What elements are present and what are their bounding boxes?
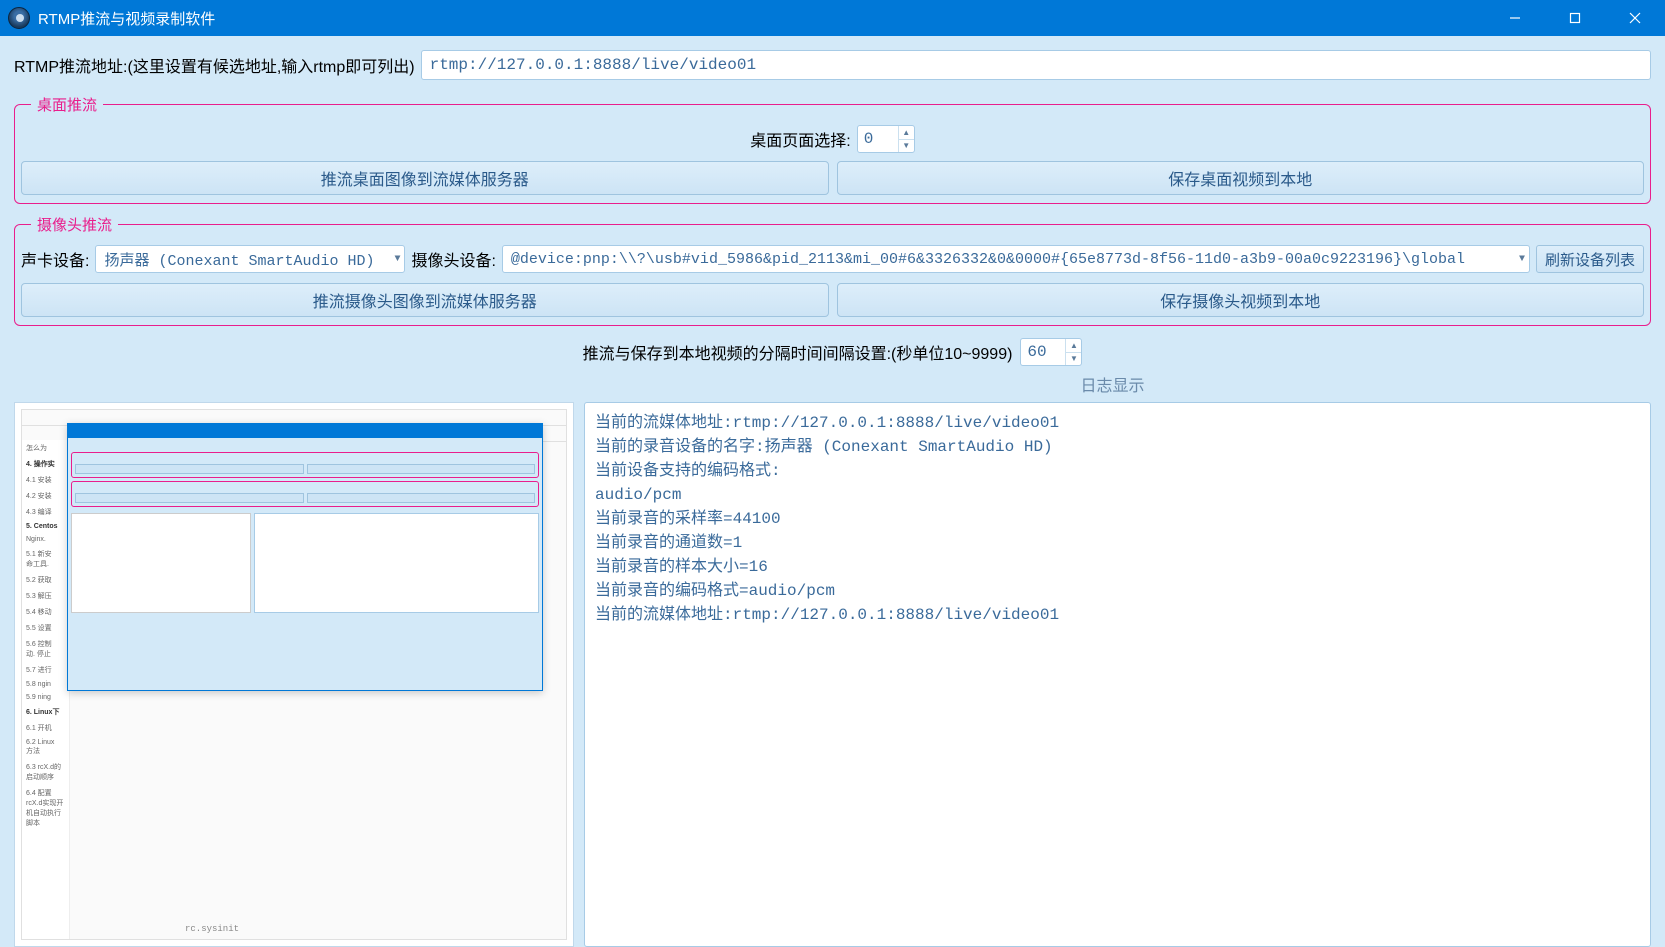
- close-button[interactable]: [1605, 0, 1665, 36]
- camera-stream-legend: 摄像头推流: [31, 214, 118, 235]
- window-title: RTMP推流与视频录制软件: [38, 8, 215, 29]
- minimize-button[interactable]: [1485, 0, 1545, 36]
- spin-up-icon[interactable]: ▲: [899, 126, 914, 140]
- desktop-page-value[interactable]: [858, 126, 898, 152]
- chevron-down-icon: ▼: [390, 254, 400, 265]
- camera-stream-group: 摄像头推流 声卡设备: 扬声器 (Conexant SmartAudio HD)…: [14, 214, 1651, 326]
- device-row: 声卡设备: 扬声器 (Conexant SmartAudio HD) ▼ 摄像头…: [21, 245, 1644, 273]
- audio-device-combo[interactable]: 扬声器 (Conexant SmartAudio HD) ▼: [95, 245, 405, 273]
- spin-down-icon[interactable]: ▼: [899, 140, 914, 153]
- minimize-icon: [1509, 12, 1521, 24]
- desktop-stream-legend: 桌面推流: [31, 94, 103, 115]
- titlebar: RTMP推流与视频录制软件: [0, 0, 1665, 36]
- spin-down-icon[interactable]: ▼: [1066, 353, 1081, 366]
- save-camera-button[interactable]: 保存摄像头视频到本地: [837, 283, 1645, 317]
- refresh-devices-button[interactable]: 刷新设备列表: [1536, 245, 1644, 273]
- maximize-button[interactable]: [1545, 0, 1605, 36]
- chevron-down-icon: ▼: [1515, 254, 1525, 265]
- log-output[interactable]: 当前的流媒体地址:rtmp://127.0.0.1:8888/live/vide…: [584, 402, 1651, 947]
- app-icon: [8, 7, 30, 29]
- rtmp-url-row: RTMP推流地址:(这里设置有候选地址,输入rtmp即可列出): [14, 50, 1651, 80]
- camera-device-value: @device:pnp:\\?\usb#vid_5986&pid_2113&mi…: [511, 251, 1465, 268]
- spin-up-icon[interactable]: ▲: [1066, 339, 1081, 353]
- camera-device-combo[interactable]: @device:pnp:\\?\usb#vid_5986&pid_2113&mi…: [502, 245, 1530, 273]
- rtmp-url-input[interactable]: [421, 50, 1651, 80]
- push-camera-button[interactable]: 推流摄像头图像到流媒体服务器: [21, 283, 829, 317]
- audio-device-value: 扬声器 (Conexant SmartAudio HD): [104, 249, 374, 270]
- interval-row: 推流与保存到本地视频的分隔时间间隔设置:(秒单位10~9999) ▲ ▼: [14, 338, 1651, 366]
- content-area: RTMP推流地址:(这里设置有候选地址,输入rtmp即可列出) 桌面推流 桌面页…: [0, 36, 1665, 947]
- preview-nested-window: [67, 423, 543, 691]
- close-icon: [1629, 12, 1641, 24]
- preview-pane: 怎么为 4. 操作实 4.1 安装 4.2 安装 4.3 编译 5. Cento…: [14, 402, 574, 947]
- bottom-row: 怎么为 4. 操作实 4.1 安装 4.2 安装 4.3 编译 5. Cento…: [14, 402, 1651, 947]
- desktop-page-spinbox[interactable]: ▲ ▼: [857, 125, 915, 153]
- rtmp-url-label: RTMP推流地址:(这里设置有候选地址,输入rtmp即可列出): [14, 53, 415, 77]
- interval-label: 推流与保存到本地视频的分隔时间间隔设置:(秒单位10~9999): [583, 340, 1013, 364]
- desktop-page-label: 桌面页面选择:: [750, 127, 850, 151]
- camera-device-label: 摄像头设备:: [411, 247, 495, 271]
- interval-value[interactable]: [1021, 339, 1065, 365]
- preview-bottom-text: rc.sysinit: [185, 924, 239, 934]
- interval-spinbox[interactable]: ▲ ▼: [1020, 338, 1082, 366]
- window-controls: [1485, 0, 1665, 36]
- log-title: 日志显示: [14, 372, 1651, 396]
- maximize-icon: [1569, 12, 1581, 24]
- push-desktop-button[interactable]: 推流桌面图像到流媒体服务器: [21, 161, 829, 195]
- desktop-stream-group: 桌面推流 桌面页面选择: ▲ ▼ 推流桌面图像到流媒体服务器 保存桌面视频到本地: [14, 94, 1651, 204]
- desktop-page-row: 桌面页面选择: ▲ ▼: [21, 125, 1644, 153]
- audio-device-label: 声卡设备:: [21, 247, 89, 271]
- save-desktop-button[interactable]: 保存桌面视频到本地: [837, 161, 1645, 195]
